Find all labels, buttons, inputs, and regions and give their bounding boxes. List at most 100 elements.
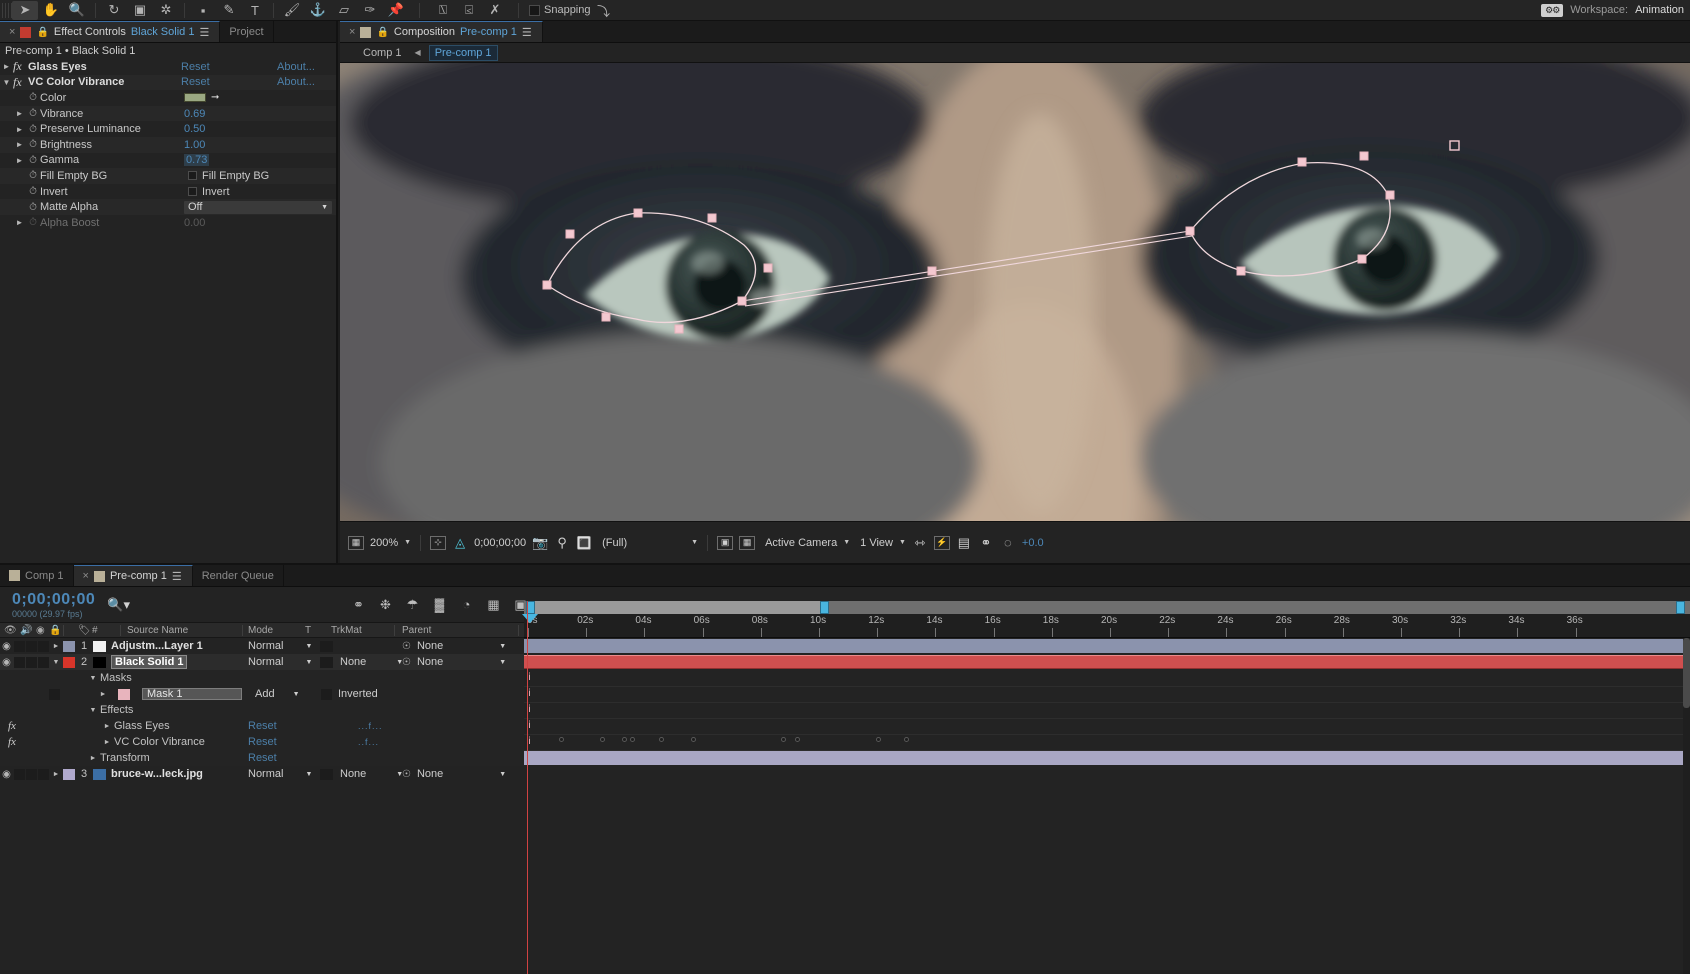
close-icon[interactable]: × bbox=[9, 26, 15, 38]
playhead-line[interactable] bbox=[527, 601, 528, 974]
panel-menu-icon[interactable]: ☰ bbox=[199, 26, 210, 39]
table-row[interactable]: ◉ ► 3 bruce-w...leck.jpg Normal ▼ None ▼… bbox=[0, 766, 524, 782]
trkmat-value-group[interactable]: None ▼ bbox=[340, 656, 403, 668]
lock-icon[interactable]: 🔒 bbox=[36, 27, 48, 38]
zoom-level[interactable]: 200% bbox=[370, 537, 398, 549]
property-value[interactable]: 0.69 bbox=[184, 108, 205, 120]
property-row-matte-alpha[interactable]: ⏱ Matte Alpha Off ▼ bbox=[0, 199, 336, 215]
region-of-interest-icon[interactable]: ⊹ bbox=[430, 535, 447, 550]
effect-reset-link[interactable]: Reset bbox=[248, 720, 277, 732]
hide-shy-layers-icon[interactable]: ☂ bbox=[404, 597, 421, 613]
property-row-preserve-luminance[interactable]: ► ⏱ Preserve Luminance 0.50 bbox=[0, 121, 336, 137]
lock-icon[interactable]: 🔒 bbox=[376, 27, 388, 38]
keyframe-dot[interactable] bbox=[630, 737, 636, 742]
chevron-right-icon[interactable]: ► bbox=[13, 218, 26, 227]
work-area-range[interactable] bbox=[530, 601, 825, 614]
composition-mini-flowchart-icon[interactable]: ⚭ bbox=[350, 597, 367, 613]
column-header-source-name[interactable]: Source Name bbox=[127, 625, 188, 636]
invert-checkbox[interactable] bbox=[188, 187, 197, 197]
selection-tool-icon[interactable]: ➤ bbox=[12, 0, 38, 20]
stopwatch-icon[interactable]: ⏱ bbox=[26, 217, 40, 228]
layer-mode[interactable]: Normal ▼ bbox=[248, 768, 312, 780]
resolution-value[interactable]: (Full) bbox=[602, 537, 627, 549]
audio-toggle-box[interactable] bbox=[14, 656, 25, 668]
effect-about-link[interactable]: About... bbox=[277, 76, 315, 88]
visibility-eye-icon[interactable]: ◉ bbox=[0, 769, 13, 780]
stopwatch-icon[interactable]: ⏱ bbox=[26, 186, 40, 197]
active-camera-value[interactable]: Active Camera bbox=[765, 537, 837, 549]
vertical-scrollbar[interactable] bbox=[1683, 638, 1690, 974]
mask-lock-box[interactable] bbox=[49, 688, 60, 700]
pixel-aspect-icon[interactable]: ⇿ bbox=[912, 535, 928, 550]
effect-reset-link[interactable]: Reset bbox=[181, 61, 210, 73]
solo-toggle-icon[interactable]: ◉ bbox=[36, 625, 45, 636]
layer-mode[interactable]: Normal ▼ bbox=[248, 656, 312, 668]
shape-tool-icon[interactable]: ▪ bbox=[190, 1, 216, 20]
chevron-right-icon[interactable]: ► bbox=[13, 125, 26, 134]
property-row-gamma[interactable]: ► ⏱ Gamma 0.73 bbox=[0, 153, 336, 169]
layer-name[interactable]: Black Solid 1 bbox=[111, 655, 188, 669]
toggle-alpha-icon[interactable]: ▦ bbox=[348, 535, 364, 550]
snapping-magnet-icon[interactable]: ⤵ bbox=[591, 1, 617, 20]
timeline-track-area[interactable]: ⅰ ⅰ ⅰ ⅰ ⅰ bbox=[524, 638, 1690, 974]
timeline-zoom-marker[interactable] bbox=[1676, 601, 1685, 614]
lock-toggle-box[interactable] bbox=[38, 640, 49, 652]
playhead-marker[interactable] bbox=[522, 614, 538, 623]
mask-name[interactable]: Mask 1 bbox=[142, 688, 242, 700]
eyedropper-icon[interactable]: ➞ bbox=[211, 92, 219, 103]
comp-flowchart-icon[interactable]: ⚭ bbox=[978, 535, 994, 550]
work-area-end-marker[interactable] bbox=[820, 601, 829, 614]
eraser-tool-icon[interactable]: ▱ bbox=[331, 1, 357, 20]
property-value[interactable]: 0.50 bbox=[184, 123, 205, 135]
color-swatch[interactable] bbox=[184, 93, 206, 103]
property-row-fill-empty-bg[interactable]: ⏱ Fill Empty BG Fill Empty BG bbox=[0, 168, 336, 184]
snapshot-icon[interactable]: 📷 bbox=[532, 535, 548, 550]
chevron-right-icon[interactable]: ► bbox=[100, 723, 114, 730]
timeline-link-icon[interactable]: ▤ bbox=[956, 535, 972, 550]
stopwatch-icon[interactable]: ⏱ bbox=[26, 139, 40, 150]
panel-menu-icon[interactable]: ☰ bbox=[522, 26, 533, 39]
keyframe-dot[interactable] bbox=[558, 737, 564, 742]
close-icon[interactable]: × bbox=[349, 26, 355, 38]
property-value[interactable]: 1.00 bbox=[184, 139, 205, 151]
column-header-trkmat[interactable]: TrkMat bbox=[331, 625, 362, 636]
group-row-effects[interactable]: ▼ Effects bbox=[0, 702, 524, 718]
puppet-pin-tool-icon[interactable]: 📌 bbox=[383, 1, 409, 20]
exposure-value[interactable]: +0.0 bbox=[1022, 537, 1044, 549]
tab-comp-1[interactable]: Comp 1 bbox=[0, 565, 74, 586]
fast-preview-icon[interactable]: ⚡ bbox=[933, 535, 950, 550]
view-count-value[interactable]: 1 View bbox=[860, 537, 893, 549]
keyframe-dot[interactable] bbox=[690, 737, 696, 742]
current-time-display[interactable]: 0;00;00;00 00000 (29.97 fps) bbox=[12, 591, 95, 619]
camera-tool-icon[interactable]: ▣ bbox=[127, 1, 153, 20]
zoom-tool-icon[interactable]: 🔍 bbox=[64, 1, 90, 20]
chevron-right-icon[interactable]: ► bbox=[49, 771, 63, 778]
keyframe-dot[interactable] bbox=[876, 737, 882, 742]
draft-3d-icon[interactable]: ❉ bbox=[377, 597, 394, 613]
frame-blending-icon[interactable]: ▓ bbox=[431, 597, 448, 612]
stopwatch-icon[interactable]: ⏱ bbox=[26, 124, 40, 135]
table-row[interactable]: ◉ ► 1 Adjustm...Layer 1 Normal ▼ ☉ None … bbox=[0, 638, 524, 654]
layer-name[interactable]: bruce-w...leck.jpg bbox=[111, 768, 203, 780]
timeline-ruler[interactable]: 0s 02s 04s 06s 08s 10s 12s 14s 16s 18s 20s 22s 24s 26… bbox=[522, 601, 1690, 638]
chevron-down-icon[interactable]: ▼ bbox=[49, 659, 63, 666]
stopwatch-icon[interactable]: ⏱ bbox=[26, 92, 40, 103]
region-preview-icon[interactable]: ▣ bbox=[717, 535, 734, 550]
visibility-eye-icon[interactable]: ◉ bbox=[0, 657, 13, 668]
trkmat-box[interactable] bbox=[320, 768, 333, 780]
chevron-right-icon[interactable]: ► bbox=[86, 755, 100, 762]
current-timecode[interactable]: 0;00;00;00 bbox=[12, 591, 95, 609]
pan-behind-tool-icon[interactable]: ✲ bbox=[153, 1, 179, 20]
exposure-reset-icon[interactable]: ◌ bbox=[1000, 535, 1016, 550]
trkmat-box[interactable] bbox=[320, 656, 333, 668]
comp-subtab-comp-1[interactable]: Comp 1 bbox=[358, 46, 407, 60]
stopwatch-icon[interactable]: ⏱ bbox=[26, 155, 40, 166]
workspace-value[interactable]: Animation bbox=[1635, 4, 1684, 16]
layer-color-swatch[interactable] bbox=[63, 656, 75, 668]
panel-menu-icon[interactable]: ☰ bbox=[172, 570, 183, 583]
parent-pickwhip-icon[interactable]: ☉ bbox=[402, 657, 411, 668]
stopwatch-icon[interactable]: ⏱ bbox=[26, 170, 40, 181]
keyframe-dot[interactable] bbox=[599, 737, 605, 742]
inverted-checkbox[interactable] bbox=[321, 688, 332, 700]
lock-toggle-box[interactable] bbox=[38, 768, 49, 780]
